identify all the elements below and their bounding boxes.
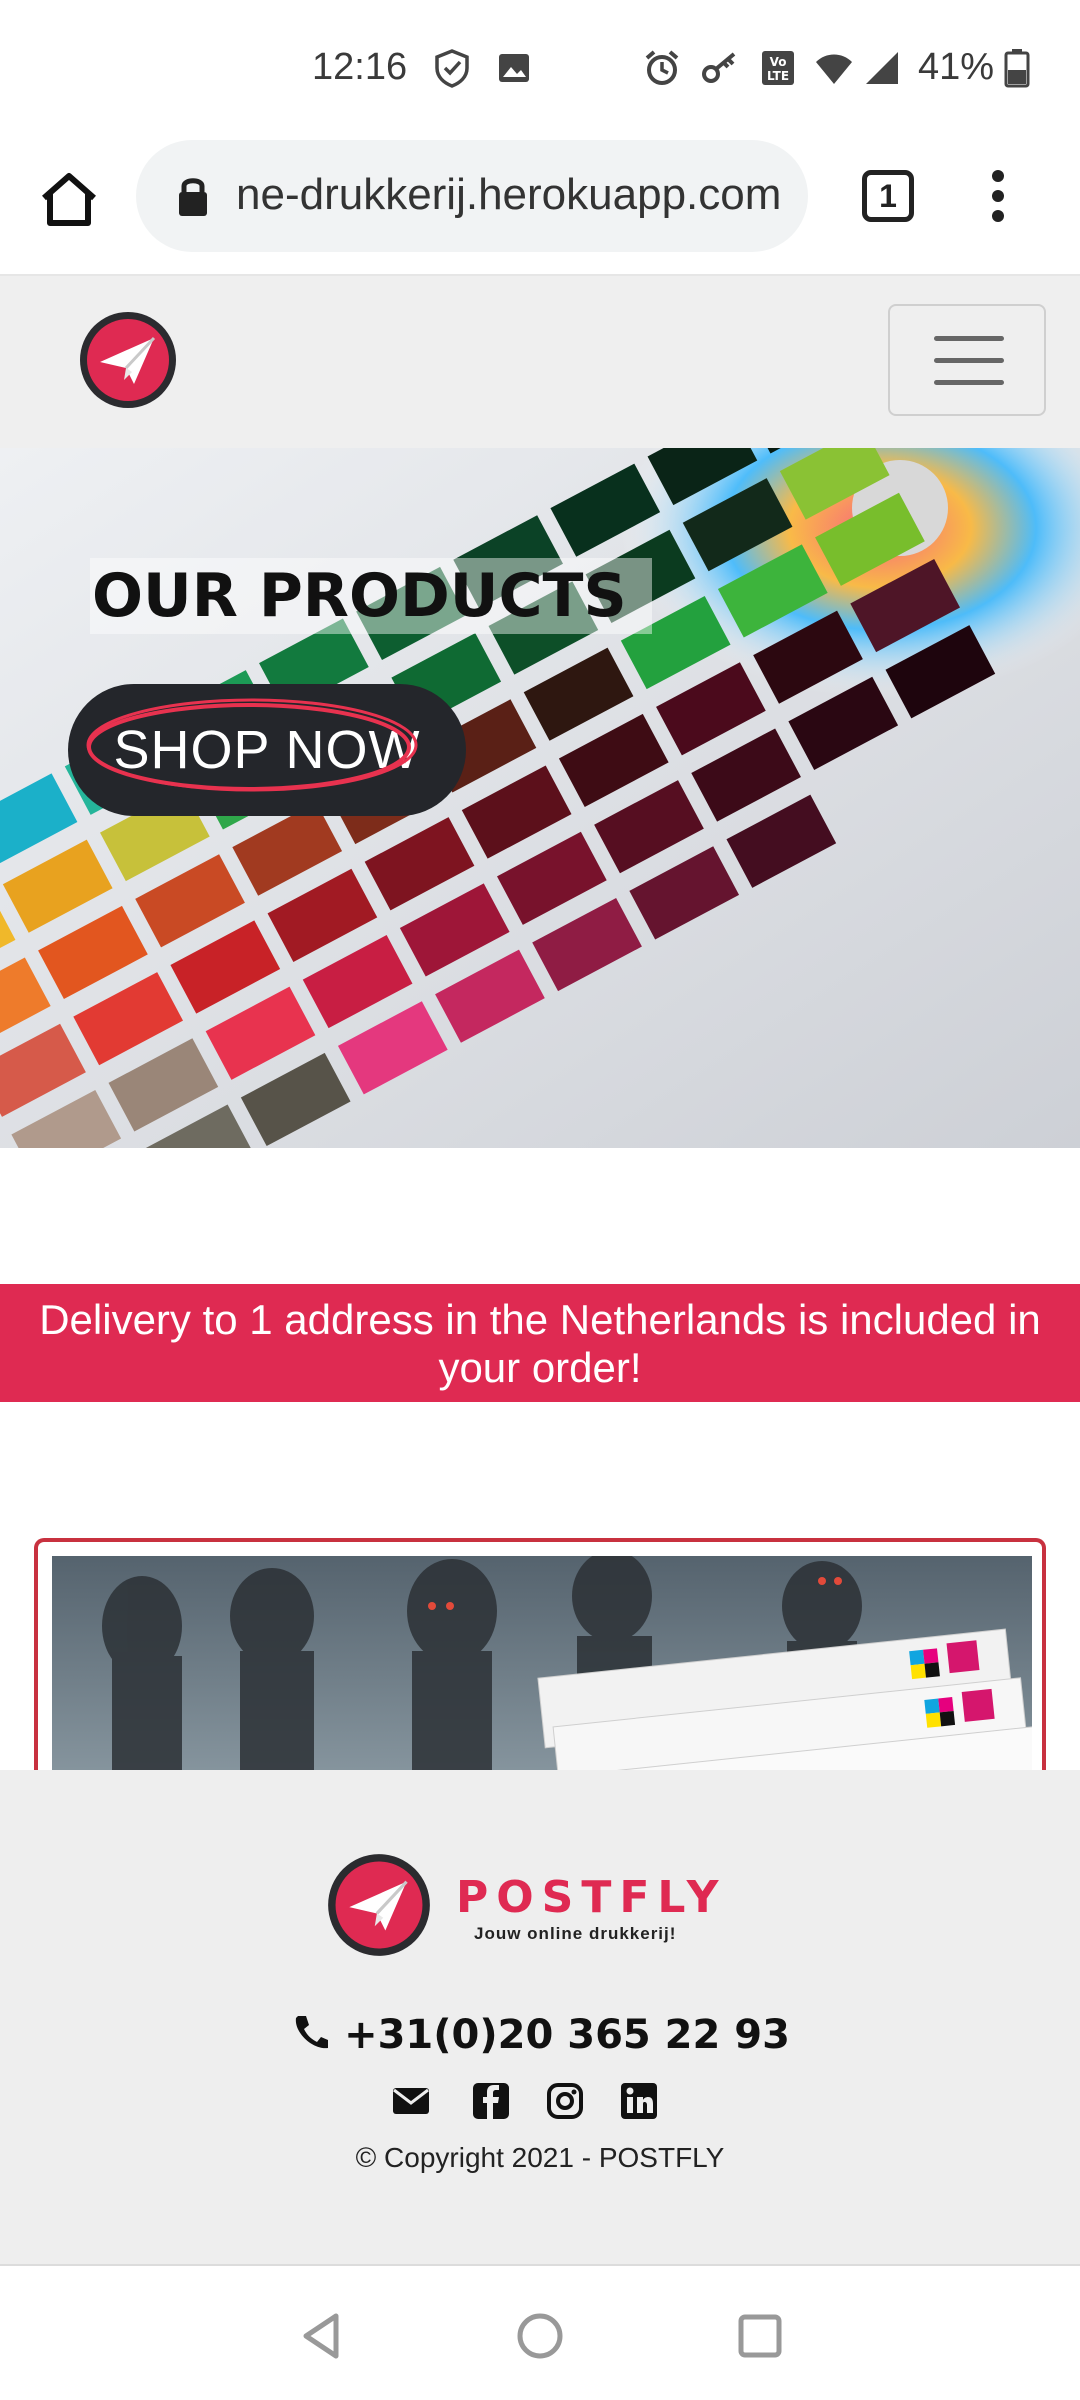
brand-tagline: Jouw online drukkerij!: [474, 1924, 677, 1943]
address-bar[interactable]: ne-drukkerij.herokuapp.com: [136, 140, 808, 252]
envelope-icon[interactable]: [392, 2082, 430, 2120]
home-icon[interactable]: [38, 168, 100, 230]
status-bar: 12:16 Vo LTE 41%: [0, 0, 1080, 140]
browser-toolbar: ne-drukkerij.herokuapp.com 1: [0, 140, 1080, 276]
url-text[interactable]: ne-drukkerij.herokuapp.com: [236, 170, 786, 220]
phone-icon: [295, 2016, 329, 2049]
linkedin-icon[interactable]: [620, 2082, 658, 2120]
social-links: [392, 2082, 692, 2122]
image-icon: [499, 54, 529, 82]
product-image: [52, 1556, 1032, 1770]
tab-switcher-button[interactable]: 1: [862, 170, 914, 222]
status-time: 12:16: [312, 46, 408, 88]
battery-percent: 41%: [918, 46, 995, 88]
phone-number[interactable]: +31(0)20 365 22 93: [344, 2012, 790, 2058]
lock-icon: [179, 178, 207, 216]
back-icon[interactable]: [292, 2306, 352, 2366]
system-nav-bar: [0, 2266, 1080, 2400]
facebook-icon[interactable]: [472, 2082, 510, 2120]
home-nav-icon[interactable]: [510, 2306, 570, 2366]
svg-text:Vo: Vo: [770, 55, 787, 69]
site-footer: POSTFLY Jouw online drukkerij! +31(0)20 …: [0, 1770, 1080, 2266]
wifi-icon: [816, 54, 852, 84]
alarm-icon: [645, 50, 679, 85]
key-icon: [702, 52, 736, 83]
hamburger-menu-button[interactable]: [888, 304, 1046, 416]
phone-contact[interactable]: +31(0)20 365 22 93: [0, 2012, 1080, 2058]
product-card[interactable]: [34, 1538, 1046, 1770]
hamburger-line: [934, 380, 1004, 385]
instagram-icon[interactable]: [546, 2082, 584, 2120]
recents-icon[interactable]: [730, 2306, 790, 2366]
paper-plane-logo[interactable]: [78, 310, 178, 410]
copyright-text: © Copyright 2021 - POSTFLY: [355, 2142, 725, 2173]
battery-icon: [1004, 49, 1030, 88]
paper-plane-logo[interactable]: [326, 1852, 432, 1958]
hero-banner: OUR PRODUCTS SHOP NOW: [0, 448, 1080, 1148]
hamburger-line: [934, 358, 1004, 363]
brand-name: POSTFLY: [456, 1872, 727, 1923]
shop-now-button[interactable]: SHOP NOW: [68, 684, 466, 816]
site-navbar: [0, 276, 1080, 448]
hero-title: OUR PRODUCTS: [90, 558, 652, 634]
volte-icon: Vo LTE: [762, 51, 794, 85]
overflow-menu-icon[interactable]: [986, 166, 1010, 226]
delivery-banner: Delivery to 1 address in the Netherlands…: [0, 1284, 1080, 1402]
hamburger-line: [934, 336, 1004, 341]
shield-check-icon: [435, 49, 469, 88]
svg-text:LTE: LTE: [767, 69, 789, 83]
signal-icon: [866, 52, 898, 84]
